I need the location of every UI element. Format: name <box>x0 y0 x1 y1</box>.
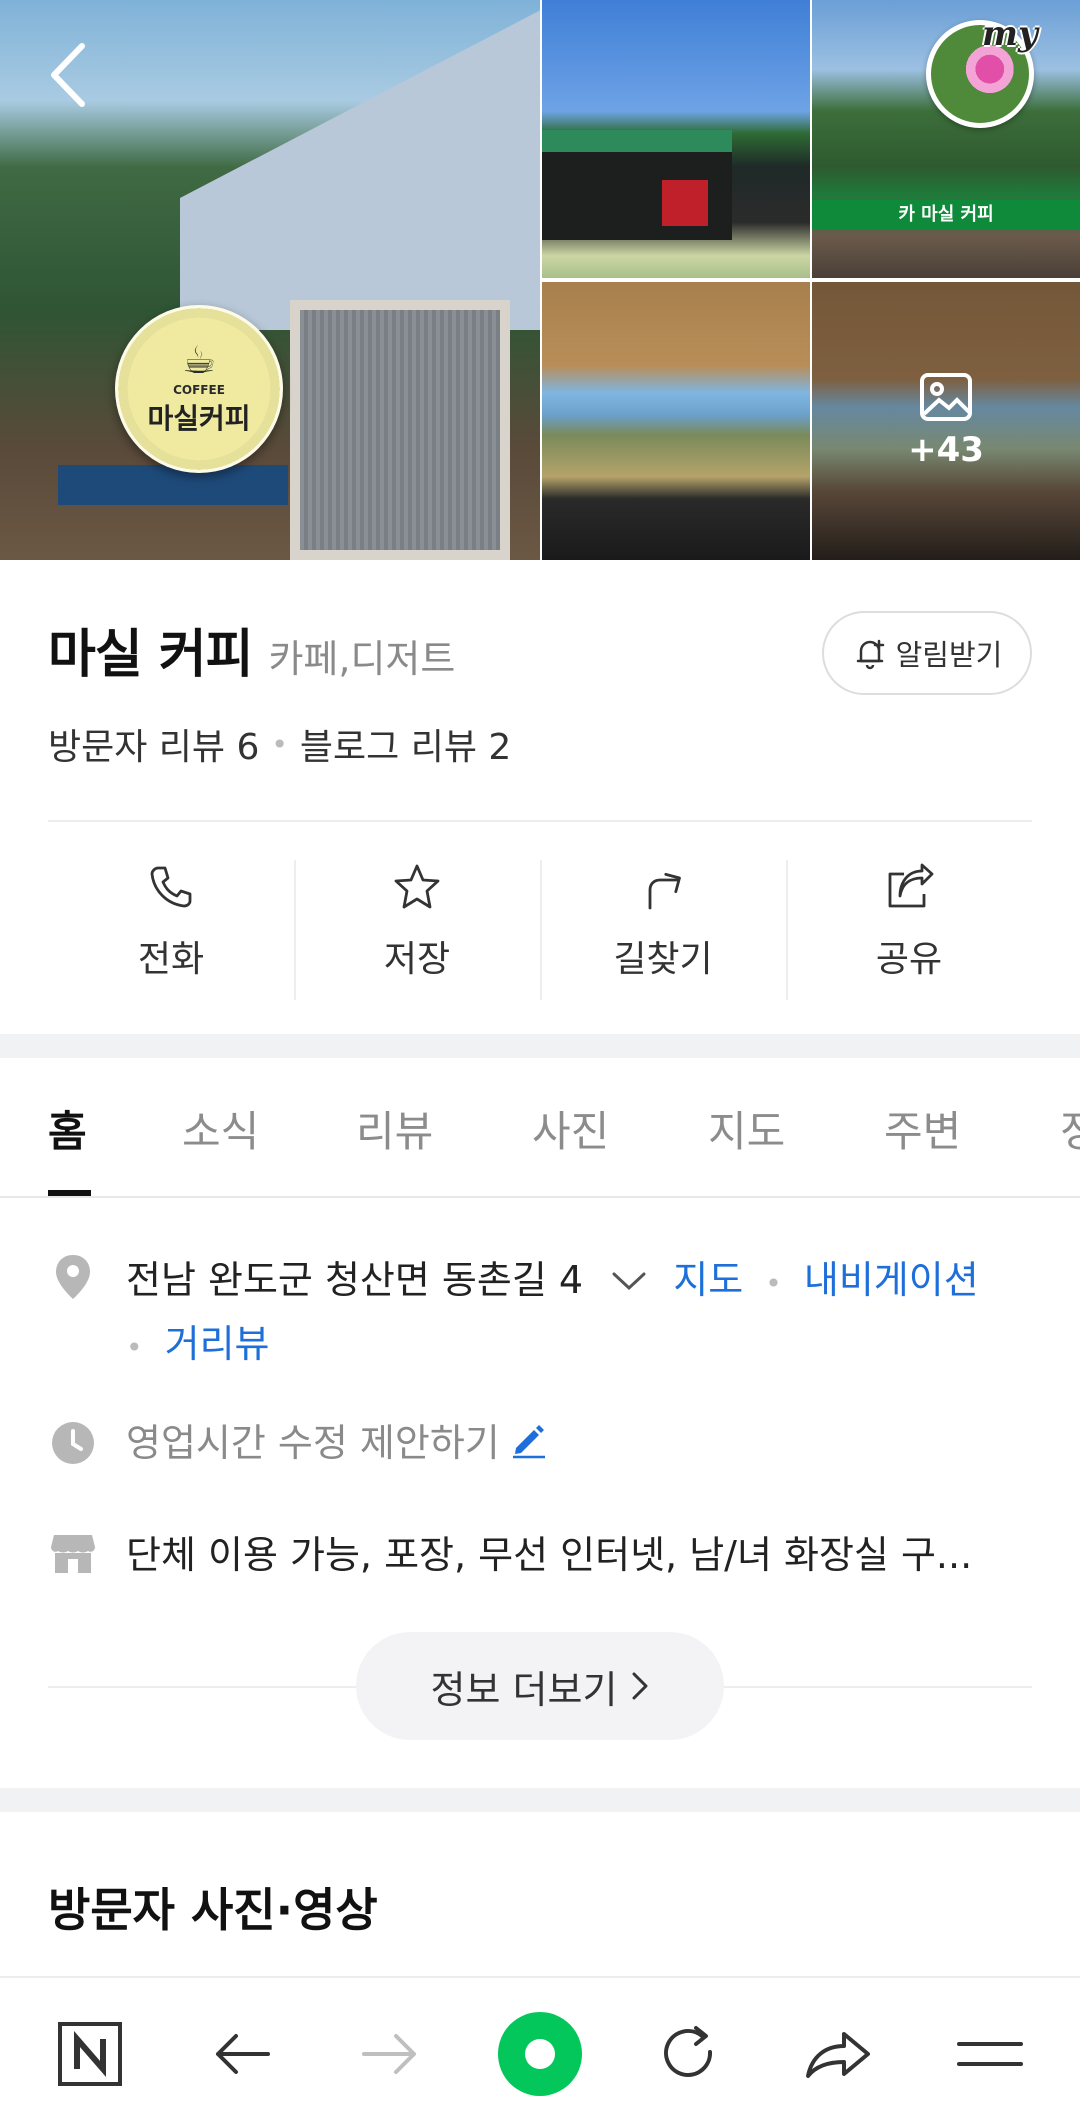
tab-reviews[interactable]: 리뷰 <box>356 1098 433 1159</box>
share-button[interactable]: 공유 <box>786 856 1032 1000</box>
tab-divider <box>0 1196 1080 1198</box>
visitor-media-title: 방문자 사진·영상 <box>48 1883 378 1937</box>
photo-thumb-more[interactable]: +43 <box>812 282 1080 560</box>
tab-news[interactable]: 소식 <box>182 1098 259 1159</box>
tab-more[interactable]: 정 <box>1060 1098 1080 1159</box>
chevron-left-icon <box>51 43 85 107</box>
address-text[interactable]: 전남 완도군 청산면 동촌길 4 <box>126 1258 583 1302</box>
bell-plus-icon <box>856 639 884 670</box>
star-icon <box>394 864 440 909</box>
arrow-right-icon <box>362 2034 416 2074</box>
save-label: 저장 <box>383 939 451 980</box>
photo-thumb-1[interactable] <box>542 0 810 278</box>
place-name: 마실 커피 <box>48 625 253 685</box>
photo-thumb-3[interactable] <box>542 282 810 560</box>
sign-title: 마실커피 <box>147 402 251 435</box>
directions-icon <box>648 872 681 910</box>
tab-bar: 홈 소식 리뷰 사진 지도 주변 정 <box>0 1058 1080 1198</box>
tab-home[interactable]: 홈 <box>48 1098 87 1159</box>
clock-icon <box>50 1420 96 1466</box>
share-icon <box>888 863 934 908</box>
cafe-sign: ☕ COFFEE 마실커피 <box>115 305 283 473</box>
chevron-right-icon <box>632 1672 648 1700</box>
call-button[interactable]: 전화 <box>48 856 294 1000</box>
green-dot-button[interactable] <box>496 2010 584 2098</box>
share-label: 공유 <box>875 939 943 980</box>
store-icon <box>50 1530 96 1576</box>
directions-label: 길찾기 <box>613 939 713 980</box>
arrow-left-icon <box>216 2034 270 2074</box>
more-photos-count: +43 <box>908 430 984 470</box>
more-photos-overlay: +43 <box>812 282 1080 560</box>
naver-n-icon <box>58 2022 122 2086</box>
browser-share-button[interactable] <box>798 2014 878 2094</box>
photo-gallery[interactable]: ☕ COFFEE 마실커피 카 마실 커피 +43 <box>0 0 1080 560</box>
photo-wall <box>290 300 510 560</box>
address-block: 전남 완도군 청산면 동촌길 4 지도 • 내비게이션 • 거리뷰 <box>126 1250 1036 1378</box>
separator-dot: • <box>271 727 288 761</box>
section-band <box>0 1034 1080 1058</box>
more-info-label: 정보 더보기 <box>430 1667 618 1712</box>
image-icon <box>920 373 972 421</box>
notify-label: 알림받기 <box>895 638 1003 672</box>
tab-nearby[interactable]: 주변 <box>884 1098 961 1159</box>
tab-photos[interactable]: 사진 <box>532 1098 609 1159</box>
browser-bottom-bar <box>0 1976 1080 2121</box>
my-badge: my <box>982 14 1038 54</box>
naver-home-button[interactable] <box>50 2014 130 2094</box>
divider <box>48 820 1032 822</box>
visitor-review-link[interactable]: 방문자 리뷰 6 <box>48 718 259 770</box>
more-info-button[interactable]: 정보 더보기 <box>356 1632 724 1740</box>
separator-dot: • <box>126 1331 143 1364</box>
place-header: 마실 커피 카페,디저트 <box>48 612 455 687</box>
call-label: 전화 <box>137 939 205 980</box>
menu-button[interactable] <box>950 2014 1030 2094</box>
photo-roof <box>180 0 540 330</box>
hours-suggest-label: 영업시간 수정 제안하기 <box>126 1421 500 1465</box>
hours-suggest[interactable]: 영업시간 수정 제안하기 <box>126 1412 548 1467</box>
photo-hut <box>542 130 732 240</box>
coffee-cup-icon: ☕ <box>181 338 217 382</box>
pencil-icon <box>512 1424 545 1458</box>
streetview-link[interactable]: 거리뷰 <box>165 1322 270 1366</box>
notify-button[interactable]: 알림받기 <box>822 611 1032 695</box>
separator-dot: • <box>765 1267 782 1300</box>
blog-review-link[interactable]: 블로그 리뷰 2 <box>300 718 511 770</box>
photo-awning <box>58 465 288 505</box>
section-band <box>0 1788 1080 1812</box>
refresh-button[interactable] <box>648 2014 728 2094</box>
refresh-icon <box>664 2026 713 2077</box>
location-pin-icon <box>50 1254 96 1300</box>
action-bar: 전화 저장 길찾기 공유 <box>48 856 1032 1000</box>
tab-active-indicator <box>48 1190 91 1196</box>
sign-subtitle: COFFEE <box>173 383 225 397</box>
browser-forward-button[interactable] <box>350 2014 430 2094</box>
share-arrow-icon <box>806 2032 870 2078</box>
directions-button[interactable]: 길찾기 <box>540 856 786 1000</box>
hamburger-menu-icon <box>957 2042 1023 2066</box>
navigation-link[interactable]: 내비게이션 <box>804 1258 979 1302</box>
amenities-text[interactable]: 단체 이용 가능, 포장, 무선 인터넷, 남/녀 화장실 구... <box>126 1524 1006 1579</box>
green-dot-icon <box>498 2012 582 2096</box>
photo-banner: 카 마실 커피 <box>812 200 1080 230</box>
phone-icon <box>150 866 192 908</box>
review-counts: 방문자 리뷰 6 • 블로그 리뷰 2 <box>48 718 511 770</box>
place-category: 카페,디저트 <box>268 637 456 681</box>
save-button[interactable]: 저장 <box>294 856 540 1000</box>
map-link[interactable]: 지도 <box>673 1258 743 1302</box>
chevron-down-icon[interactable] <box>611 1269 647 1293</box>
browser-back-button[interactable] <box>202 2014 282 2094</box>
tab-map[interactable]: 지도 <box>708 1098 785 1159</box>
back-button[interactable] <box>40 40 96 110</box>
